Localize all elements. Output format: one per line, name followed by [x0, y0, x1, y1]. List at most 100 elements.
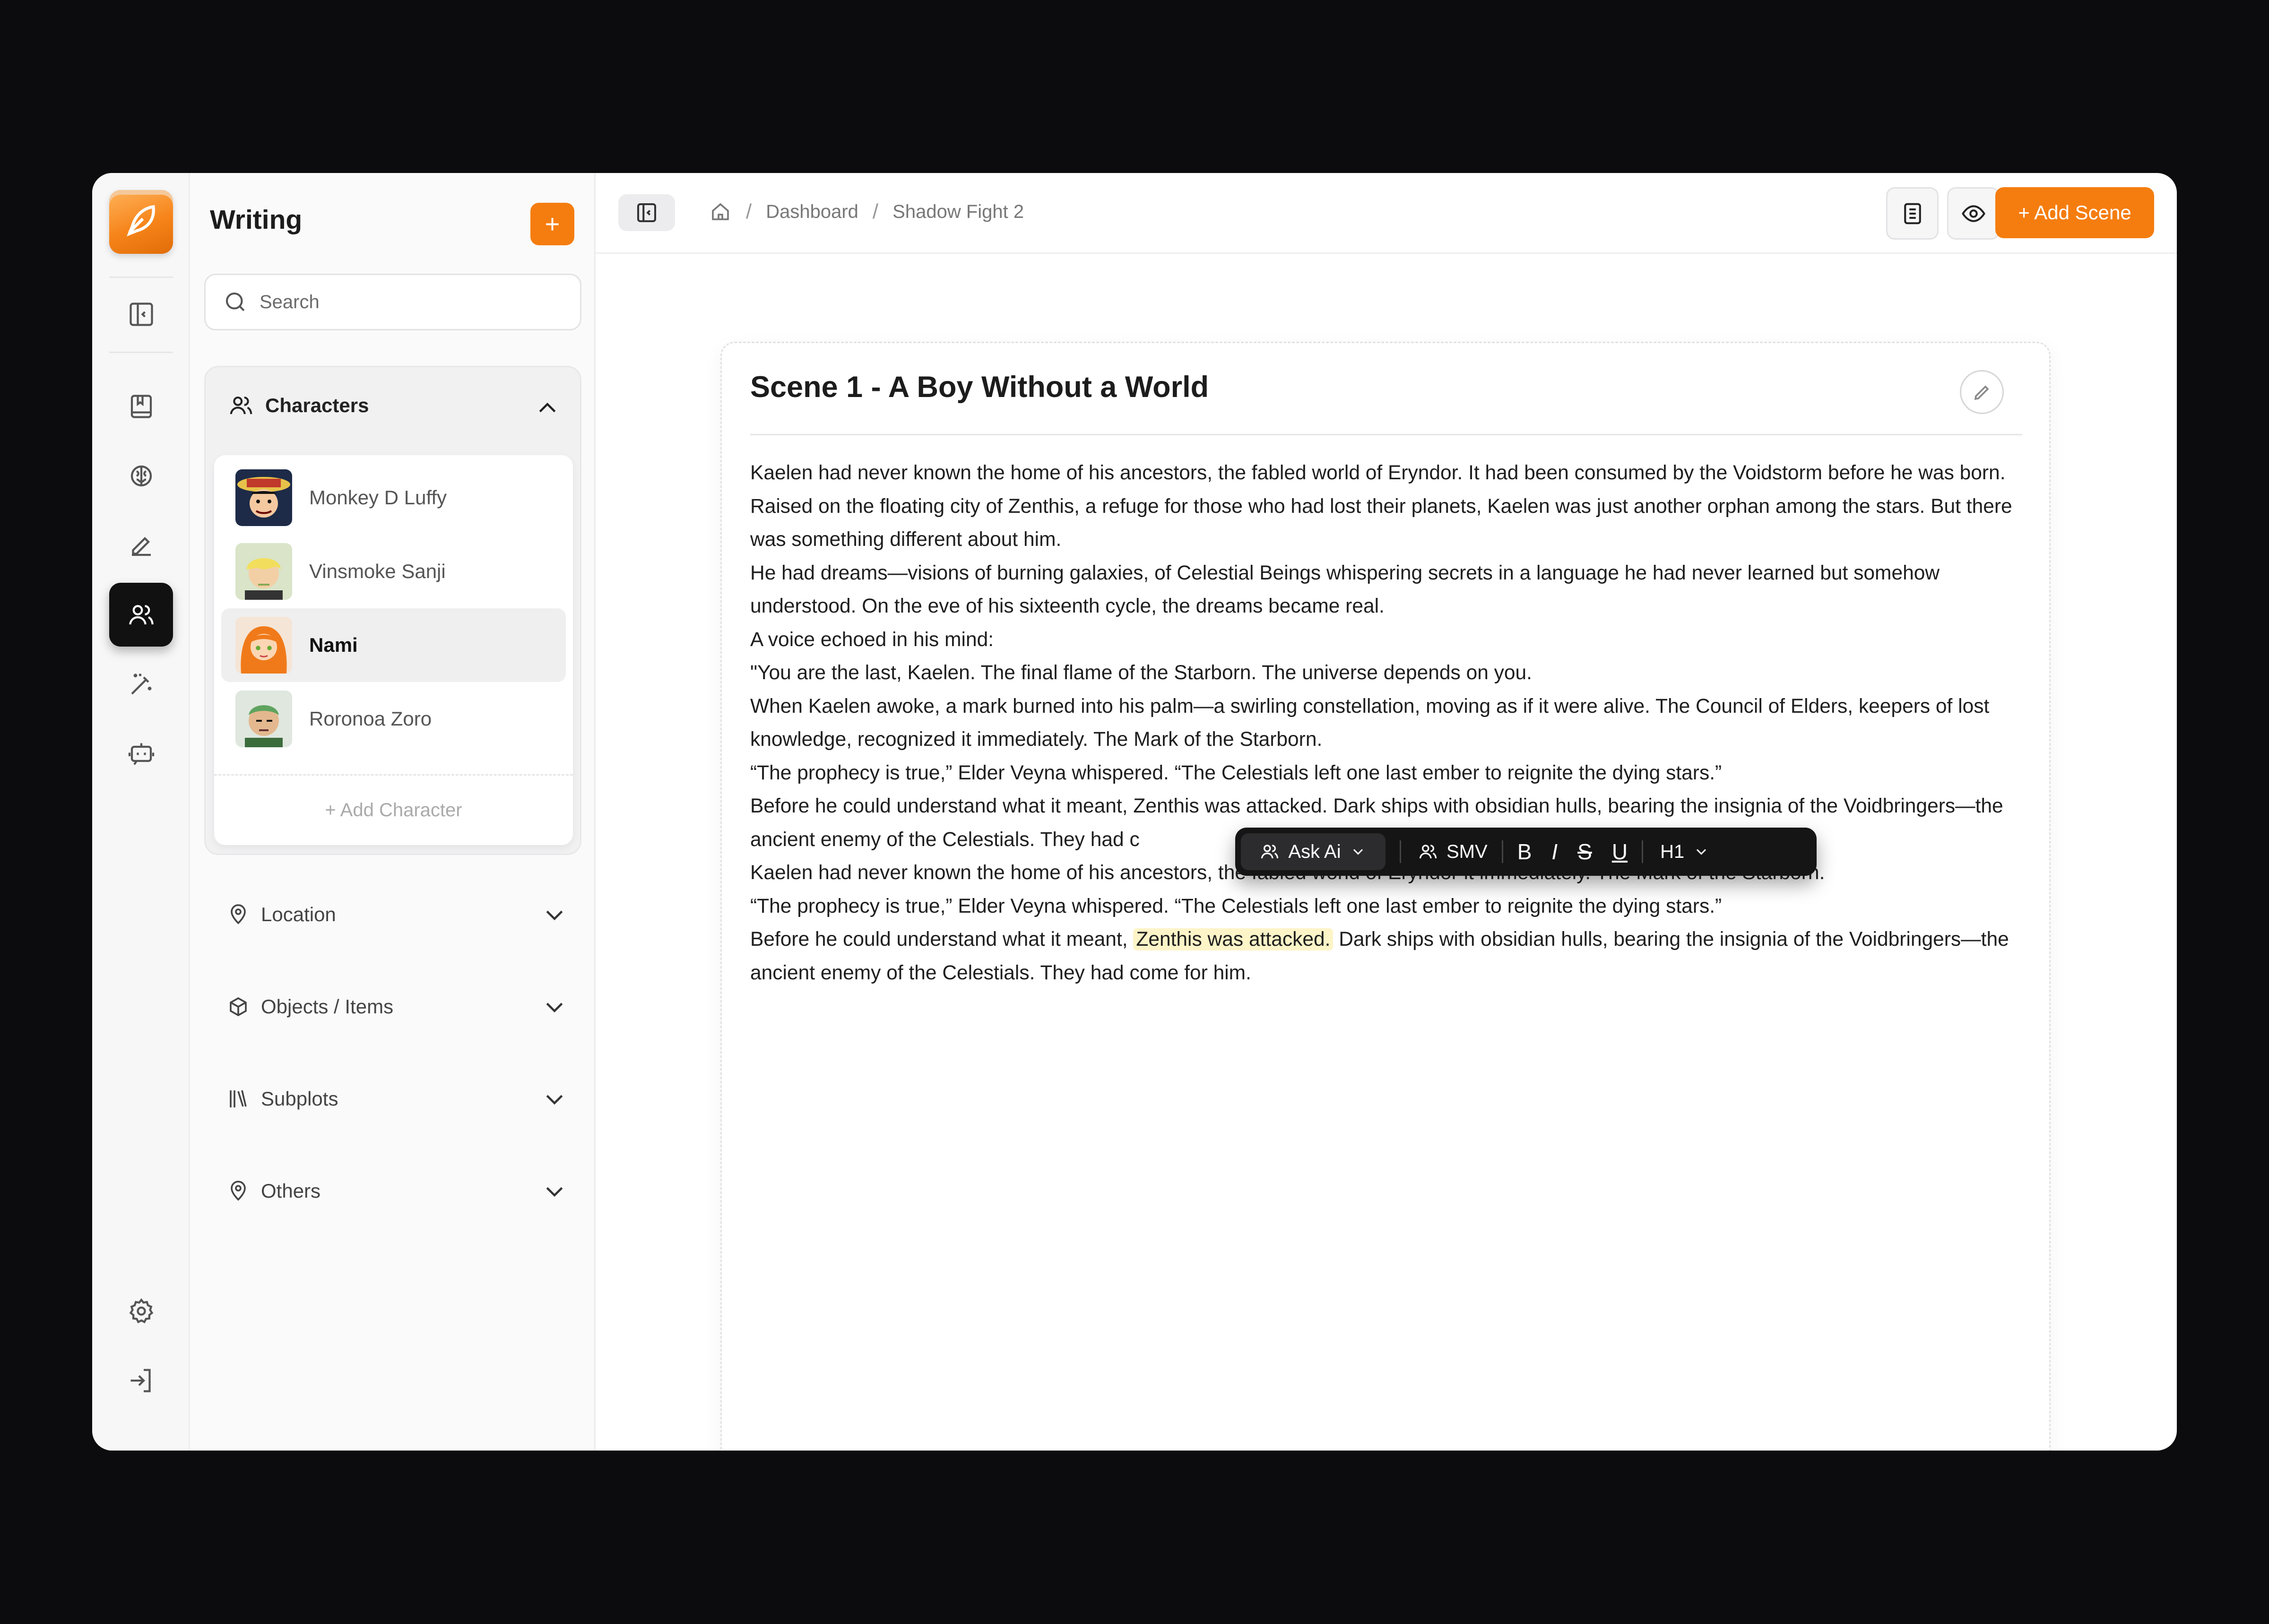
pen-icon: [131, 536, 151, 556]
logout-icon: [130, 1368, 151, 1392]
eye-icon: [1961, 205, 1985, 222]
paragraph-with-selection: Before he could understand what it meant…: [750, 923, 2027, 990]
breadcrumb-dashboard[interactable]: Dashboard: [766, 201, 858, 223]
characters-header[interactable]: Characters: [228, 393, 369, 418]
character-item-luffy[interactable]: Monkey D Luffy: [221, 461, 566, 535]
avatar: [235, 469, 292, 526]
magic-wand-icon: [130, 674, 151, 695]
section-label: Location: [261, 903, 336, 925]
rail-settings-button[interactable]: [109, 1279, 173, 1343]
character-item-nami[interactable]: Nami: [221, 608, 566, 682]
rail-bot-button[interactable]: [109, 722, 173, 786]
format-toolbar: Ask Ai SMV B I S U H1: [1235, 828, 1817, 876]
quill-icon: [126, 205, 155, 237]
box-icon: [230, 997, 247, 1017]
panel-left-icon: [129, 302, 153, 326]
smv-button[interactable]: SMV: [1418, 841, 1488, 863]
heading-label: H1: [1660, 841, 1685, 862]
rail-brain-button[interactable]: [109, 444, 173, 508]
section-label: Objects / Items: [261, 995, 394, 1018]
paragraph: Kaelen had never known the home of his a…: [750, 462, 2012, 551]
title-divider: [750, 434, 2022, 435]
rail-divider: [109, 276, 173, 278]
breadcrumb-current[interactable]: Shadow Fight 2: [892, 201, 1024, 223]
section-location[interactable]: Location: [227, 903, 567, 926]
toggle-sidebar-button[interactable]: [618, 194, 675, 231]
edit-title-button[interactable]: [1960, 370, 2004, 414]
search-icon: [225, 292, 245, 311]
section-label: Subplots: [261, 1088, 338, 1110]
paragraph: "You are the last, Kaelen. The final fla…: [750, 662, 1532, 684]
smv-label: SMV: [1446, 841, 1488, 862]
collapse-rail-button[interactable]: [109, 282, 173, 346]
add-scene-button[interactable]: + Add Scene: [1995, 187, 2154, 238]
avatar: [235, 617, 292, 674]
underline-button[interactable]: U: [1612, 839, 1628, 864]
topbar: / Dashboard / Shadow Fight 2 + Add Scene: [596, 173, 2177, 254]
sidebar-title: Writing: [210, 205, 303, 235]
toolbar-divider: [1501, 840, 1503, 863]
map-pin-icon: [231, 904, 246, 924]
character-item-sanji[interactable]: Vinsmoke Sanji: [221, 535, 566, 608]
breadcrumb-separator: /: [872, 200, 879, 223]
scene-body-text[interactable]: Kaelen had never known the home of his a…: [750, 457, 2027, 990]
rail-logout-button[interactable]: [109, 1348, 173, 1412]
pencil-icon: [1974, 385, 1989, 400]
rail-magic-button[interactable]: [109, 652, 173, 716]
character-name: Nami: [309, 634, 358, 656]
document-icon: [1904, 203, 1921, 224]
rail-book-button[interactable]: [109, 374, 173, 438]
character-name: Monkey D Luffy: [309, 486, 447, 509]
section-others[interactable]: Others: [227, 1180, 567, 1202]
preview-button[interactable]: [1947, 187, 2000, 240]
character-name: Roronoa Zoro: [309, 708, 432, 730]
ask-ai-button[interactable]: Ask Ai: [1241, 833, 1386, 870]
bold-button[interactable]: B: [1517, 839, 1532, 864]
selected-text[interactable]: Zenthis was attacked.: [1133, 928, 1334, 950]
chevron-up-icon[interactable]: [535, 396, 560, 421]
scene-title[interactable]: Scene 1 - A Boy Without a World: [750, 370, 1209, 404]
chevron-down-icon: [546, 1187, 563, 1197]
library-icon: [230, 1090, 247, 1107]
heading-dropdown[interactable]: H1: [1660, 841, 1710, 863]
luffy-avatar-icon: [235, 469, 292, 526]
chevron-down-icon: [546, 1002, 563, 1013]
section-subplots[interactable]: Subplots: [227, 1088, 567, 1110]
paragraph: A voice echoed in his mind:: [750, 628, 994, 651]
app-window: Writing + Search Characters Monkey D Luf…: [92, 173, 2177, 1451]
home-icon[interactable]: [709, 200, 732, 223]
map-pin-icon: [231, 1181, 246, 1201]
italic-button[interactable]: I: [1551, 839, 1558, 864]
users-icon: [1419, 845, 1437, 859]
rail-characters-button[interactable]: [109, 583, 173, 647]
brain-icon: [130, 465, 152, 486]
avatar: [235, 691, 292, 747]
sidebar: Writing + Search Characters Monkey D Luf…: [190, 173, 596, 1451]
users-icon: [129, 605, 154, 624]
zoro-avatar-icon: [235, 691, 292, 747]
characters-section: Characters Monkey D Luffy Vinsmoke Sanji: [204, 366, 581, 855]
paragraph: When Kaelen awoke, a mark burned into hi…: [750, 695, 1990, 751]
ask-ai-label: Ask Ai: [1288, 841, 1341, 862]
strikethrough-button[interactable]: S: [1577, 839, 1592, 864]
rail-write-button[interactable]: [109, 513, 173, 577]
character-list: Monkey D Luffy Vinsmoke Sanji Nami Roron…: [214, 455, 573, 845]
format-buttons: B I S U: [1517, 839, 1628, 864]
character-name: Vinsmoke Sanji: [309, 560, 446, 582]
icon-rail: [92, 173, 190, 1451]
search-input[interactable]: Search: [260, 292, 320, 313]
app-logo[interactable]: [109, 190, 173, 254]
character-item-zoro[interactable]: Roronoa Zoro: [221, 682, 566, 756]
chevron-down-icon: [1697, 849, 1706, 855]
panel-left-icon: [637, 203, 657, 223]
paragraph: He had dreams—visions of burning galaxie…: [750, 561, 1940, 618]
add-character-button[interactable]: + Add Character: [214, 774, 573, 845]
search-box[interactable]: Search: [204, 274, 581, 330]
rail-divider: [109, 352, 173, 353]
add-button[interactable]: +: [530, 203, 574, 245]
section-objects-items[interactable]: Objects / Items: [227, 995, 567, 1018]
section-label: Others: [261, 1180, 321, 1202]
nami-avatar-icon: [235, 617, 292, 674]
notes-button[interactable]: [1886, 187, 1939, 240]
users-icon: [1261, 845, 1279, 859]
